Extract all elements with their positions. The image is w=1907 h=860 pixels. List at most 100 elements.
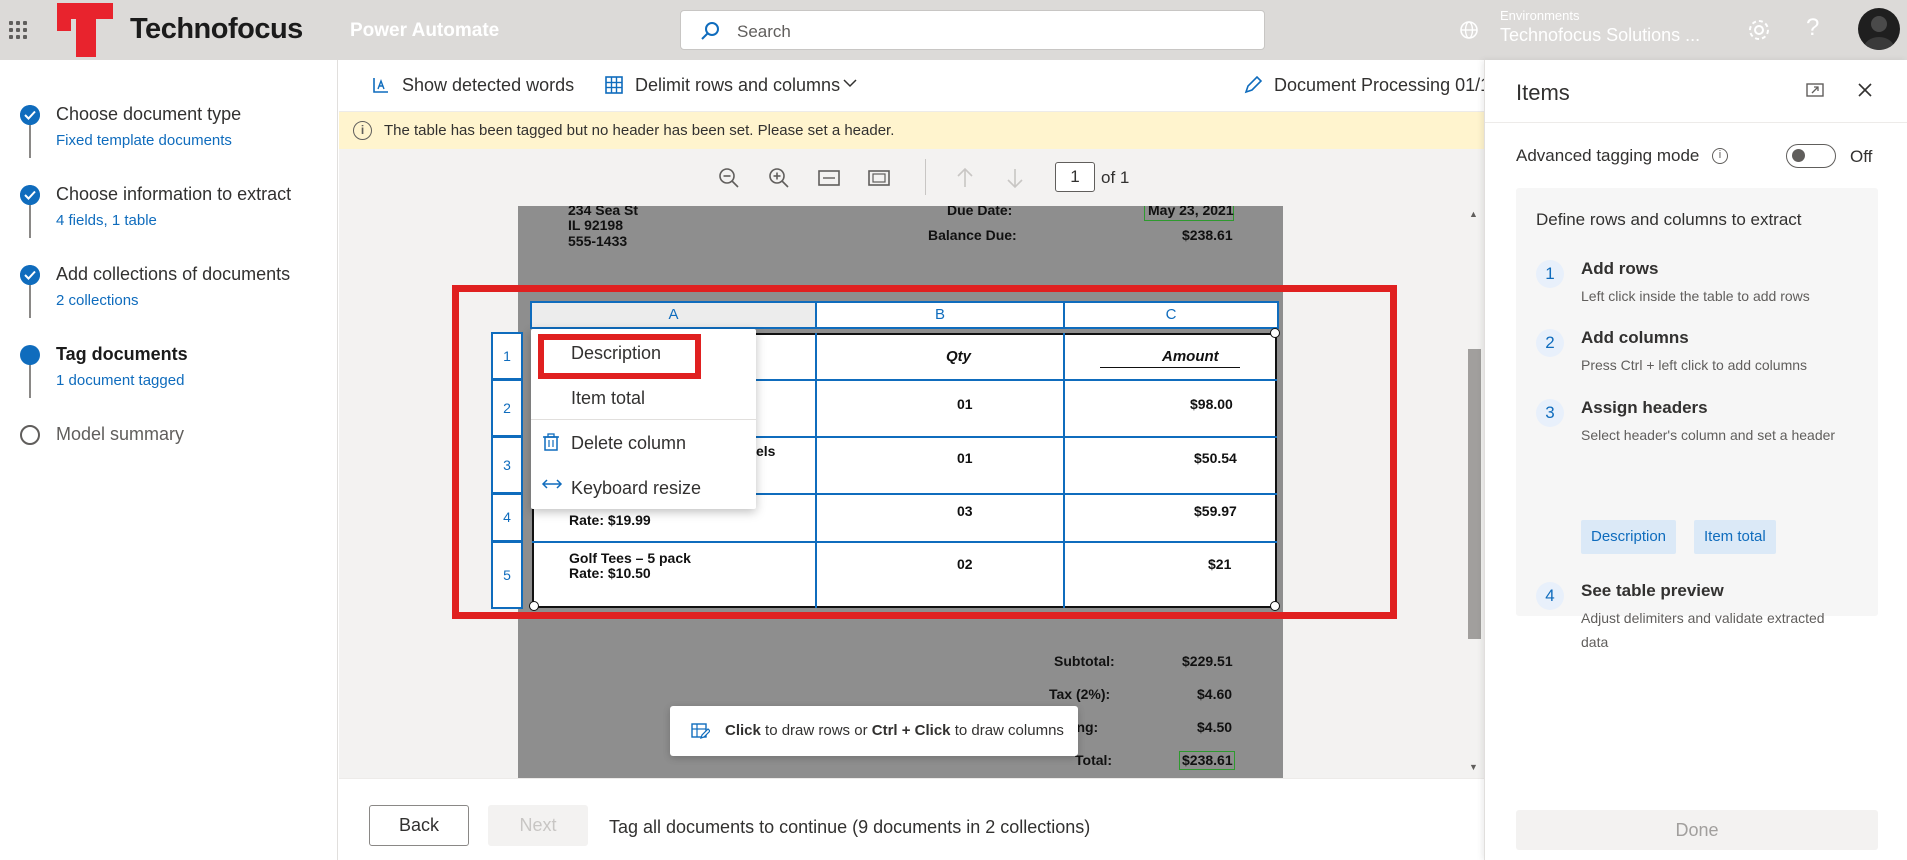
total-label: Total: (1075, 752, 1113, 768)
header-chip-item-total[interactable]: Item total (1694, 520, 1776, 554)
menu-item-item-total[interactable]: Item total (571, 388, 645, 409)
vertical-scrollbar[interactable]: ▲ ▼ (1465, 206, 1484, 778)
column-delimiter[interactable] (1063, 333, 1065, 608)
address-line: IL 92198 (568, 217, 624, 233)
column-header-c[interactable]: C (1063, 301, 1279, 329)
subtotal-value: $229.51 (1182, 653, 1233, 669)
table-cell: $59.97 (1194, 503, 1237, 519)
help-icon[interactable]: ? (1806, 14, 1819, 42)
environment-icon (1460, 21, 1478, 39)
arrow-down-icon[interactable] (1002, 165, 1028, 191)
delimit-label: Delimit rows and columns (635, 75, 841, 95)
table-cell: Rate: $19.99 (569, 512, 651, 528)
product-name[interactable]: Power Automate (350, 20, 499, 42)
balance-due-value: $238.61 (1182, 227, 1233, 243)
step-title: Choose document type (56, 104, 242, 124)
menu-item-keyboard-resize[interactable]: Keyboard resize (571, 478, 701, 499)
divider (1485, 122, 1907, 123)
step-title: Add collections of documents (56, 264, 291, 284)
search-box[interactable]: Search (680, 10, 1265, 50)
toggle-knob (1792, 149, 1805, 162)
zoom-in-icon[interactable] (766, 165, 792, 191)
fit-page-icon[interactable] (866, 165, 892, 191)
app-launcher-icon[interactable] (8, 20, 28, 40)
step-description: Adjust delimiters and validate extracted (1581, 610, 1825, 626)
gear-icon[interactable] (1746, 17, 1772, 43)
drawing-hint-toast: Click to draw rows or Ctrl + Click to dr… (670, 706, 1078, 756)
step-link[interactable]: 4 fields, 1 table (56, 212, 157, 229)
table-cell: 03 (957, 503, 973, 519)
page-number-input[interactable]: 1 (1055, 162, 1095, 192)
current-step-dot (20, 345, 40, 365)
resize-handle[interactable] (1270, 328, 1280, 338)
footer-status-text: Tag all documents to continue (9 documen… (609, 817, 1091, 837)
viewer-toolbar: 1 of 1 (339, 149, 1484, 206)
step-link[interactable]: 2 collections (56, 292, 139, 309)
done-button[interactable]: Done (1516, 810, 1878, 850)
menu-item-delete-column[interactable]: Delete column (571, 433, 686, 454)
pencil-icon (1244, 75, 1263, 94)
step-number: 1 (1536, 260, 1564, 288)
zoom-out-icon[interactable] (716, 165, 742, 191)
column-delimiter[interactable] (815, 333, 817, 608)
avatar[interactable] (1858, 8, 1900, 50)
column-header-a[interactable]: A (530, 301, 817, 329)
advanced-tagging-toggle[interactable] (1786, 144, 1836, 168)
step-link[interactable]: 1 document tagged (56, 372, 184, 389)
row-header-3[interactable]: 3 (491, 436, 523, 494)
items-panel: Items Advanced tagging mode i Off Define… (1484, 60, 1907, 860)
step-description: data (1581, 634, 1609, 650)
back-button[interactable]: Back (369, 805, 469, 846)
step-title: Model summary (56, 424, 185, 444)
footer-bar: Back Next Tag all documents to continue … (339, 778, 1484, 860)
row-header-1[interactable]: 1 (491, 332, 523, 380)
balance-due-label: Balance Due: (928, 227, 1017, 243)
card-title: Define rows and columns to extract (1536, 210, 1802, 229)
header-underline (1100, 367, 1240, 368)
step-title: Add rows (1581, 259, 1659, 278)
hint-text: Click to draw rows or Ctrl + Click to dr… (725, 722, 1064, 739)
step-title: Choose information to extract (56, 184, 292, 204)
step-number: 3 (1536, 399, 1564, 427)
header-cell-amount: Amount (1162, 348, 1219, 365)
row-header-4[interactable]: 4 (491, 493, 523, 542)
warning-bar: i The table has been tagged but no heade… (339, 112, 1484, 149)
row-header-5[interactable]: 5 (491, 541, 523, 609)
annotation-highlight (538, 334, 701, 379)
expand-icon[interactable] (1805, 80, 1825, 100)
environment-selector[interactable]: Technofocus Solutions ... (1500, 25, 1700, 46)
header-chip-description[interactable]: Description (1581, 520, 1677, 554)
close-icon[interactable] (1855, 80, 1875, 100)
step-title: Tag documents (56, 344, 188, 364)
next-button[interactable]: Next (488, 805, 588, 846)
arrow-up-icon[interactable] (952, 165, 978, 191)
row-header-2[interactable]: 2 (491, 379, 523, 437)
show-detected-words-label: Show detected words (402, 75, 575, 95)
subtotal-label: Subtotal: (1054, 653, 1115, 669)
pending-step-dot (20, 425, 40, 445)
step-link[interactable]: Fixed template documents (56, 132, 232, 149)
resize-handle[interactable] (1270, 601, 1280, 611)
wizard-steps: Choose document type Fixed template docu… (0, 60, 338, 860)
resize-handle[interactable] (529, 601, 539, 611)
table-icon (605, 76, 623, 94)
column-header-b[interactable]: B (815, 301, 1065, 329)
document-name-label: Document Processing 01/10 (1274, 75, 1484, 95)
fit-width-icon[interactable] (816, 165, 842, 191)
check-icon (20, 265, 40, 285)
environments-label: Environments (1500, 8, 1580, 23)
panel-title: Items (1516, 80, 1570, 105)
table-cell: els (756, 443, 776, 459)
document-name[interactable]: Document Processing 01/10 (1242, 73, 1484, 101)
shipping-value: $4.50 (1197, 719, 1233, 735)
avatar-image (1864, 16, 1894, 50)
scroll-down-icon[interactable]: ▼ (1469, 762, 1478, 772)
scroll-thumb[interactable] (1468, 349, 1481, 639)
info-icon[interactable]: i (1712, 148, 1728, 164)
scroll-up-icon[interactable]: ▲ (1469, 209, 1478, 219)
document-toolbar: Show detected words Delimit rows and col… (339, 60, 1484, 112)
trash-icon (543, 433, 559, 451)
table-cell: 01 (957, 396, 973, 412)
row-delimiter[interactable] (532, 541, 1277, 543)
check-icon (20, 105, 40, 125)
